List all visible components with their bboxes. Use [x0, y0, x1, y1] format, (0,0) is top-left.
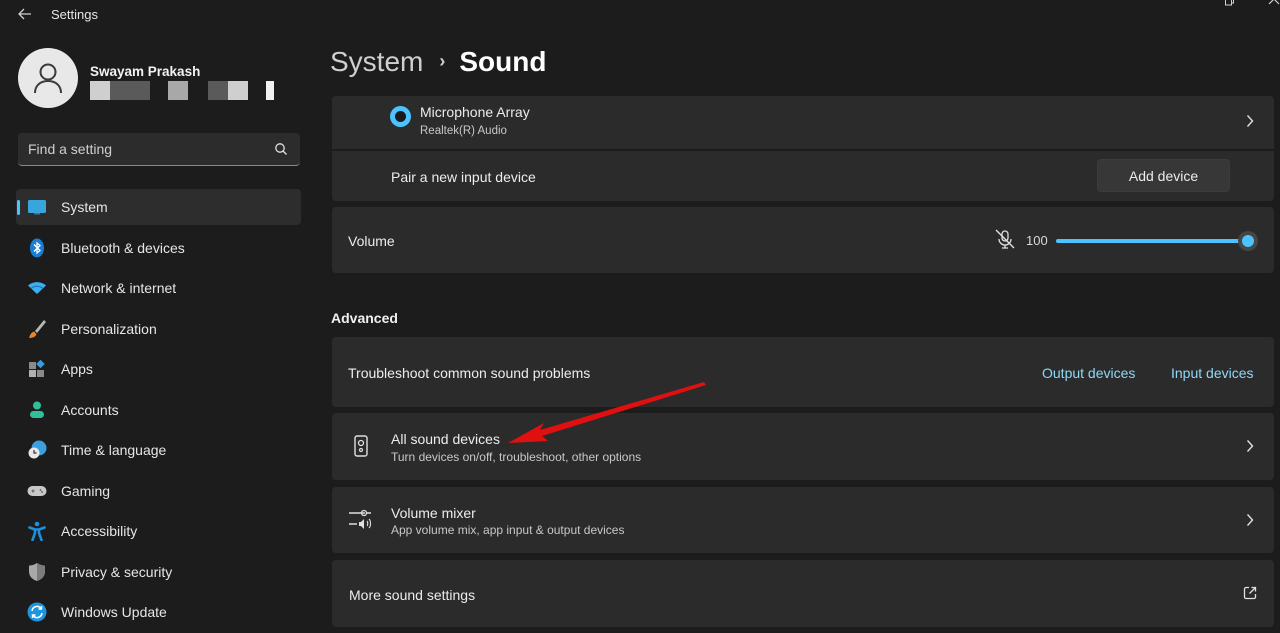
paintbrush-icon: [29, 319, 46, 338]
sidebar-item-gaming[interactable]: Gaming: [16, 473, 301, 509]
volume-label: Volume: [348, 233, 395, 249]
minimize-icon: [1177, 0, 1189, 6]
volume-slider-track[interactable]: [1056, 239, 1248, 243]
troubleshoot-row: Troubleshoot common sound problems Outpu…: [332, 337, 1274, 407]
sidebar-item-system[interactable]: System: [16, 189, 301, 225]
system-display-icon: [28, 200, 46, 215]
speaker-icon: [354, 435, 368, 457]
sidebar-item-label: Windows Update: [61, 604, 167, 620]
sidebar-item-time-language[interactable]: Time & language: [16, 432, 301, 468]
sidebar-item-label: Gaming: [61, 482, 111, 499]
apps-icon: [29, 359, 45, 377]
sidebar-item-label: Accounts: [61, 401, 119, 418]
accounts-icon: [30, 401, 44, 418]
person-icon: [34, 63, 62, 94]
volume-mixer-title: Volume mixer: [391, 505, 476, 521]
sidebar-item-label: Network & internet: [61, 280, 177, 296]
profile-email-redacted: [90, 81, 280, 100]
profile-name: Swayam Prakash: [90, 64, 201, 79]
section-heading-advanced: Advanced: [331, 310, 398, 326]
sidebar-item-bluetooth[interactable]: Bluetooth & devices: [16, 230, 301, 266]
microphone-muted-icon[interactable]: [994, 228, 1016, 250]
input-devices-link[interactable]: Input devices: [1171, 365, 1254, 381]
more-sound-settings-row[interactable]: More sound settings: [332, 560, 1274, 627]
sidebar-nav: System Bluetooth & devices Network & int…: [16, 189, 301, 633]
time-language-icon: [28, 440, 47, 459]
volume-mixer-subtitle: App volume mix, app input & output devic…: [391, 523, 625, 537]
breadcrumb-separator-icon: ›: [439, 51, 446, 71]
app-title: Settings: [51, 7, 98, 22]
annotation-arrow-icon: [508, 382, 706, 443]
input-device-name: Microphone Array: [420, 104, 530, 120]
sidebar-item-apps[interactable]: Apps: [16, 351, 301, 387]
restore-icon: [1225, 0, 1234, 6]
update-icon: [27, 602, 47, 622]
restore-button[interactable]: [1220, 0, 1240, 10]
sidebar-item-label: Apps: [61, 361, 93, 377]
all-sound-devices-title: All sound devices: [391, 431, 500, 447]
accessibility-icon: [28, 521, 46, 541]
sidebar-item-accessibility[interactable]: Accessibility: [16, 513, 301, 549]
back-arrow-icon: [18, 8, 31, 20]
chevron-right-icon[interactable]: [1244, 513, 1256, 527]
volume-value: 100: [1026, 233, 1048, 248]
more-sound-settings-label: More sound settings: [349, 587, 476, 603]
search-input[interactable]: [28, 139, 268, 159]
sidebar-item-network[interactable]: Network & internet: [16, 270, 301, 306]
shield-icon: [29, 562, 45, 581]
chevron-right-icon[interactable]: [1244, 114, 1256, 128]
minimize-button[interactable]: [1173, 0, 1193, 10]
active-indicator: [17, 200, 20, 215]
page-title: Sound: [459, 46, 547, 77]
pair-input-device-row: Pair a new input device Add device: [332, 151, 1274, 201]
pair-input-device-label: Pair a new input device: [391, 169, 536, 185]
back-button[interactable]: [14, 4, 36, 24]
avatar[interactable]: [18, 48, 78, 108]
close-icon: [1268, 0, 1280, 5]
sidebar-item-label: Personalization: [61, 320, 157, 337]
bluetooth-icon: [30, 238, 44, 257]
volume-slider-thumb[interactable]: [1238, 231, 1258, 251]
sidebar-item-personalization[interactable]: Personalization: [16, 311, 301, 347]
all-sound-devices-row[interactable]: All sound devices Turn devices on/off, t…: [332, 413, 1274, 480]
wifi-icon: [28, 282, 46, 294]
sidebar-item-label: Privacy & security: [61, 563, 173, 580]
volume-row: Volume 100: [332, 207, 1274, 273]
sidebar-item-label: Time & language: [61, 442, 167, 458]
output-devices-link[interactable]: Output devices: [1042, 365, 1135, 381]
breadcrumb: System › Sound: [330, 46, 546, 78]
chevron-right-icon[interactable]: [1244, 439, 1256, 453]
breadcrumb-parent[interactable]: System: [330, 46, 423, 77]
volume-mixer-row[interactable]: Volume mixer App volume mix, app input &…: [332, 487, 1274, 553]
volume-mixer-icon: [349, 509, 372, 529]
input-device-row[interactable]: Microphone Array Realtek(R) Audio: [332, 96, 1274, 149]
sidebar-item-accounts[interactable]: Accounts: [16, 392, 301, 428]
sidebar-item-label: System: [61, 199, 108, 215]
sidebar-item-label: Bluetooth & devices: [61, 239, 185, 256]
input-device-radio[interactable]: [390, 106, 411, 127]
title-bar: Settings: [0, 0, 1280, 30]
sidebar-item-windows-update[interactable]: Windows Update: [16, 594, 301, 630]
add-device-button[interactable]: Add device: [1097, 159, 1230, 192]
external-link-icon[interactable]: [1243, 586, 1257, 600]
search-box[interactable]: [18, 133, 300, 166]
gamepad-icon: [27, 485, 47, 496]
sidebar-item-label: Accessibility: [61, 523, 138, 539]
sidebar-item-privacy[interactable]: Privacy & security: [16, 554, 301, 590]
close-button[interactable]: [1264, 0, 1280, 10]
input-device-driver: Realtek(R) Audio: [420, 125, 507, 137]
search-icon[interactable]: [274, 142, 288, 156]
